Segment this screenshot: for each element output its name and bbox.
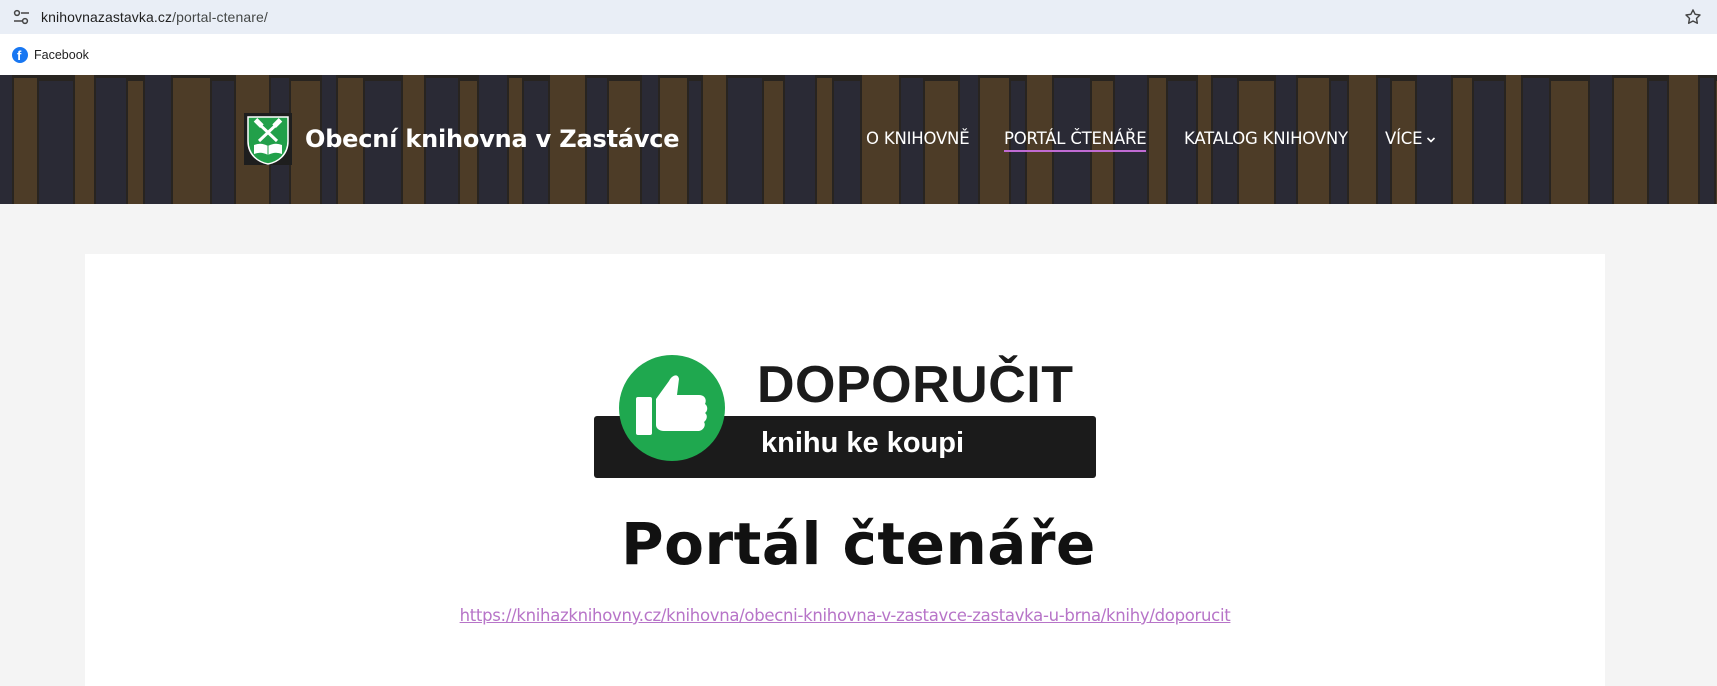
- browser-address-bar: knihovnazastavka.cz/portal-ctenare/: [0, 0, 1717, 34]
- link-container: https://knihazknihovny.cz/knihovna/obecn…: [0, 606, 1690, 625]
- nav-item-vice[interactable]: VÍCE: [1385, 129, 1436, 148]
- chevron-down-icon: [1427, 136, 1436, 143]
- recommend-book-link[interactable]: https://knihazknihovny.cz/knihovna/obecn…: [460, 606, 1231, 625]
- site-header: Obecní knihovna v Zastávce O KNIHOVNĚ PO…: [0, 75, 1717, 204]
- bookmark-star-icon[interactable]: [1683, 7, 1703, 27]
- site-settings-icon[interactable]: [13, 9, 30, 25]
- url-field[interactable]: knihovnazastavka.cz/portal-ctenare/: [41, 9, 268, 25]
- page-title: Portál čtenáře: [621, 510, 1096, 578]
- facebook-icon: f: [12, 47, 28, 63]
- bookmarks-bar: f Facebook: [0, 34, 1717, 75]
- banner-subline: knihu ke koupi: [761, 427, 965, 459]
- nav-item-portal-ctenare[interactable]: PORTÁL ČTENÁŘE: [1004, 129, 1147, 152]
- url-path: /portal-ctenare/: [172, 9, 268, 25]
- nav-item-vice-label: VÍCE: [1385, 129, 1423, 148]
- bookmark-facebook[interactable]: f Facebook: [12, 45, 89, 65]
- library-crest-icon[interactable]: [244, 113, 292, 165]
- nav-item-o-knihovne[interactable]: O KNIHOVNĚ: [866, 129, 970, 148]
- nav-item-katalog-knihovny[interactable]: KATALOG KNIHOVNY: [1184, 129, 1348, 148]
- bookmark-label: Facebook: [34, 48, 89, 62]
- banner-headline: DOPORUČIT: [757, 356, 1074, 414]
- url-host: knihovnazastavka.cz: [41, 9, 173, 25]
- site-title[interactable]: Obecní knihovna v Zastávce: [305, 125, 680, 153]
- thumbs-up-icon: [619, 355, 725, 461]
- recommend-book-banner[interactable]: DOPORUČIT knihu ke koupi: [594, 355, 1096, 478]
